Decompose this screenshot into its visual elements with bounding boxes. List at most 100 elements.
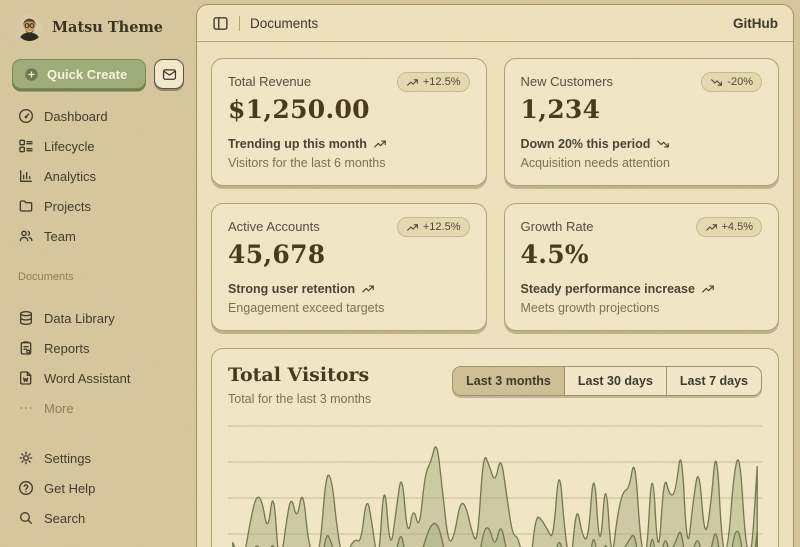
trend-badge: +12.5% (397, 72, 470, 92)
metric-label: Active Accounts (228, 217, 320, 234)
header-divider (239, 16, 240, 31)
gear-icon (18, 450, 34, 466)
badge-value: +12.5% (423, 76, 461, 88)
bar-chart-icon (18, 168, 34, 184)
sidebar-section-label: Documents (18, 271, 184, 283)
trending-up-icon (406, 76, 419, 89)
sidebar-item-label: Get Help (44, 481, 95, 496)
page-content: Total Revenue +12.5% $1,250.00 Trending … (197, 42, 793, 547)
app-title: Matsu Theme (52, 19, 163, 36)
sidebar-item-label: Search (44, 511, 85, 526)
metric-value: 45,678 (228, 240, 470, 269)
inbox-button[interactable] (154, 59, 184, 89)
metric-footnote: Strong user retention (228, 282, 355, 296)
metric-card-growth-rate: Growth Rate +4.5% 4.5% Steady performanc… (504, 203, 780, 331)
sidebar-item-search[interactable]: Search (12, 503, 184, 533)
trending-down-icon (710, 76, 723, 89)
sidebar-item-label: Team (44, 229, 76, 244)
metric-label: New Customers (521, 72, 613, 89)
sidebar-item-lifecycle[interactable]: Lifecycle (12, 131, 184, 161)
folder-icon (18, 198, 34, 214)
avatar (16, 14, 43, 41)
app-window: Matsu Theme Quick Create (0, 0, 800, 547)
sidebar-item-team[interactable]: Team (12, 221, 184, 251)
metric-label: Growth Rate (521, 217, 594, 234)
sidebar-nav-main: Dashboard Lifecycle Analytics Projects T… (12, 101, 184, 251)
main-panel: Documents GitHub Total Revenue +12.5% $1… (196, 4, 794, 547)
sidebar-item-get-help[interactable]: Get Help (12, 473, 184, 503)
metric-label: Total Revenue (228, 72, 311, 89)
trending-up-icon (705, 221, 718, 234)
metric-footnote: Down 20% this period (521, 137, 651, 151)
metric-value: 1,234 (521, 95, 763, 124)
sidebar-header: Matsu Theme (12, 12, 184, 41)
sidebar-item-word-assistant[interactable]: Word Assistant (12, 363, 184, 393)
layout-list-icon (18, 138, 34, 154)
tab-last-7-days[interactable]: Last 7 days (666, 367, 761, 395)
sidebar-item-analytics[interactable]: Analytics (12, 161, 184, 191)
sidebar-item-projects[interactable]: Projects (12, 191, 184, 221)
sidebar: Matsu Theme Quick Create (0, 0, 196, 547)
quick-create-button[interactable]: Quick Create (12, 59, 146, 89)
sidebar-item-more[interactable]: More (12, 393, 184, 423)
metric-value: $1,250.00 (228, 95, 470, 124)
trend-badge: +12.5% (397, 217, 470, 237)
metric-subtext: Visitors for the last 6 months (228, 156, 470, 170)
badge-value: -20% (727, 76, 753, 88)
chart-title: Total Visitors (228, 364, 371, 386)
file-word-icon (18, 370, 34, 386)
sidebar-item-dashboard[interactable]: Dashboard (12, 101, 184, 131)
metric-subtext: Acquisition needs attention (521, 156, 763, 170)
metric-cards: Total Revenue +12.5% $1,250.00 Trending … (211, 58, 779, 331)
trending-up-icon (406, 221, 419, 234)
sidebar-nav-documents: Data Library Reports Word Assistant More (12, 303, 184, 423)
sidebar-item-label: Reports (44, 341, 90, 356)
plus-circle-icon (24, 67, 39, 82)
sidebar-item-label: Projects (44, 199, 91, 214)
metric-value: 4.5% (521, 240, 763, 269)
github-link[interactable]: GitHub (733, 16, 778, 31)
sidebar-item-label: More (44, 401, 74, 416)
search-icon (18, 510, 34, 526)
trending-down-icon (656, 137, 670, 151)
sidebar-item-label: Analytics (44, 169, 96, 184)
sidebar-item-label: Data Library (44, 311, 115, 326)
sidebar-item-reports[interactable]: Reports (12, 333, 184, 363)
ellipsis-icon (18, 400, 34, 416)
panel-left-icon (212, 15, 229, 32)
tab-last-3-months[interactable]: Last 3 months (453, 367, 564, 395)
mail-icon (162, 67, 177, 82)
sidebar-nav-footer: Settings Get Help Search (12, 443, 184, 533)
clipboard-report-icon (18, 340, 34, 356)
tab-last-30-days[interactable]: Last 30 days (564, 367, 666, 395)
trending-up-icon (701, 282, 715, 296)
metric-card-new-customers: New Customers -20% 1,234 Down 20% this p… (504, 58, 780, 186)
metric-card-total-revenue: Total Revenue +12.5% $1,250.00 Trending … (211, 58, 487, 186)
metric-card-active-accounts: Active Accounts +12.5% 45,678 Strong use… (211, 203, 487, 331)
help-circle-icon (18, 480, 34, 496)
trending-up-icon (373, 137, 387, 151)
trend-badge: +4.5% (696, 217, 763, 237)
chart-subtitle: Total for the last 3 months (228, 392, 371, 406)
sidebar-item-label: Lifecycle (44, 139, 95, 154)
breadcrumb: Documents (250, 16, 318, 31)
sidebar-item-settings[interactable]: Settings (12, 443, 184, 473)
metric-subtext: Engagement exceed targets (228, 301, 470, 315)
header-bar: Documents GitHub (197, 5, 793, 42)
metric-footnote: Steady performance increase (521, 282, 695, 296)
trend-badge: -20% (701, 72, 762, 92)
sidebar-item-label: Word Assistant (44, 371, 130, 386)
sidebar-toggle-button[interactable] (212, 15, 229, 32)
total-visitors-card: Total Visitors Total for the last 3 mont… (211, 348, 779, 547)
trending-up-icon (361, 282, 375, 296)
metric-footnote: Trending up this month (228, 137, 367, 151)
badge-value: +12.5% (423, 221, 461, 233)
range-tabs: Last 3 months Last 30 days Last 7 days (452, 366, 762, 396)
database-icon (18, 310, 34, 326)
badge-value: +4.5% (722, 221, 754, 233)
sidebar-item-data-library[interactable]: Data Library (12, 303, 184, 333)
metric-subtext: Meets growth projections (521, 301, 763, 315)
sidebar-item-label: Settings (44, 451, 91, 466)
quick-create-label: Quick Create (47, 67, 127, 82)
sidebar-item-label: Dashboard (44, 109, 108, 124)
